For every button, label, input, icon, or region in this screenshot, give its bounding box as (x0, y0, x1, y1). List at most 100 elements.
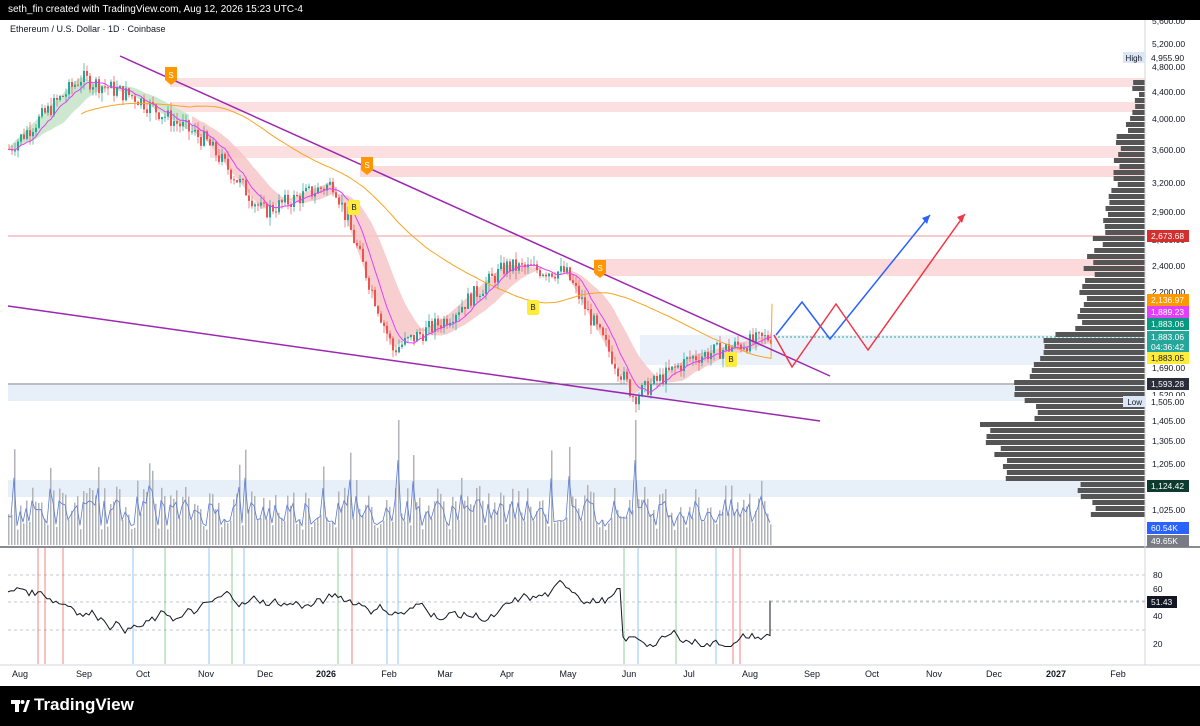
volume-bar (272, 525, 274, 545)
price-badge-vol2: 49.65K (1147, 535, 1189, 547)
candle-body (116, 87, 118, 96)
volume-bar (449, 529, 451, 545)
volume-profile-bar (1113, 170, 1145, 175)
volume-bar (329, 522, 331, 545)
candle-body (509, 261, 511, 272)
candle-body (689, 357, 691, 359)
candle-body (269, 204, 271, 218)
volume-bar (176, 490, 178, 545)
price-badge-value: 1,889.23 (1151, 307, 1184, 317)
volume-bar (299, 519, 301, 545)
volume-bar (269, 500, 271, 545)
candle-body (743, 348, 745, 350)
price-badge-value: 1,883.05 (1151, 353, 1184, 363)
volume-bar (518, 491, 520, 545)
volume-bar (383, 520, 385, 545)
price-badge-value: 4,955.90 (1151, 53, 1184, 63)
volume-profile-bar (1077, 488, 1145, 493)
volume-bar (92, 489, 94, 545)
candle-body (437, 318, 439, 326)
time-tick-label: Nov (198, 669, 215, 679)
volume-bar (140, 513, 142, 545)
volume-profile-bar (1116, 134, 1145, 139)
volume-bar (659, 494, 661, 545)
price-badge-vol1: 60.54K (1147, 522, 1189, 534)
candle-body (74, 84, 76, 87)
volume-bar (83, 491, 85, 545)
volume-profile-bar (1111, 188, 1145, 193)
volume-bar (89, 487, 91, 545)
candle-body (281, 200, 283, 203)
volume-bar (539, 501, 541, 545)
volume-bar (53, 490, 55, 545)
chart-canvas[interactable]: SSSBBB 5,600.005,200.004,800.004,400.004… (0, 20, 1200, 686)
supply-zone-1 (170, 78, 1145, 87)
price-badge-value: 1,883.06 (1151, 319, 1184, 329)
volume-bar (248, 509, 250, 545)
footer-bar: TradingView (0, 686, 1200, 726)
volume-bar (704, 521, 706, 545)
volume-bar (260, 518, 262, 545)
volume-profile-bar (985, 440, 1145, 445)
candle-body (245, 179, 247, 196)
candle-body (401, 344, 403, 347)
volume-bar (443, 501, 445, 545)
candle-body (542, 274, 544, 277)
volume-bar (749, 493, 751, 545)
candle-body (656, 375, 658, 381)
volume-bar (542, 500, 544, 545)
candle-body (497, 269, 499, 283)
volume-bar (356, 479, 358, 545)
volume-profile-bar (1128, 128, 1145, 133)
candle-body (14, 150, 16, 152)
volume-bar (590, 491, 592, 545)
candle-body (293, 194, 295, 207)
candle-body (359, 245, 361, 249)
candle-body (227, 158, 229, 170)
candle-body (92, 87, 94, 90)
candle-body (77, 84, 79, 86)
candle-body (632, 396, 634, 398)
volume-bar (593, 492, 595, 545)
volume-profile-bar (1080, 494, 1145, 499)
volume-profile-bar (1092, 500, 1145, 505)
volume-profile-bar (1113, 176, 1145, 181)
volume-bar (599, 527, 601, 545)
volume-bar (149, 463, 151, 545)
time-axis[interactable]: Aug Sep Oct Nov Dec 2026 Feb Mar Apr May Jun Jul Aug… (12, 669, 1126, 679)
volume-profile-bar (1104, 224, 1145, 229)
price-badge-value: 1,505.00 (1151, 397, 1184, 407)
price-badge-tag: Low (1127, 398, 1142, 407)
volume-bar (191, 520, 193, 545)
price-tick-label: 1,305.00 (1152, 436, 1185, 446)
price-badge-value: 1,883.06 (1151, 332, 1184, 342)
candle-body (68, 82, 70, 95)
candle-body (554, 276, 556, 279)
projection-path-blue[interactable] (775, 214, 931, 341)
volume-profile-bar (1014, 386, 1145, 391)
candle-body (455, 314, 457, 322)
time-tick-label: Feb (381, 669, 397, 679)
volume-bar (59, 488, 61, 545)
candle-body (626, 371, 628, 380)
volume-bar (278, 512, 280, 545)
candle-body (65, 94, 67, 97)
candle-body (599, 324, 601, 328)
volume-profile-bar (1133, 80, 1145, 85)
price-tick-label: 1,405.00 (1152, 416, 1185, 426)
volume-bar (560, 520, 562, 545)
candle-body (395, 350, 397, 353)
volume-bar (56, 526, 58, 545)
candle-body (578, 285, 580, 299)
ma200-line (80, 102, 773, 359)
price-badge-countdown: 04:36:42 (1147, 341, 1189, 353)
volume-bar (323, 466, 325, 545)
volume-bar (167, 529, 169, 545)
candle-body (548, 273, 550, 277)
volume-bar (446, 522, 448, 545)
volume-bar (662, 493, 664, 545)
candle-body (50, 105, 52, 115)
volume-profile-bar (994, 452, 1145, 457)
supply-zone-2 (170, 102, 1145, 112)
price-badge-support: 1,593.28 (1147, 378, 1189, 390)
